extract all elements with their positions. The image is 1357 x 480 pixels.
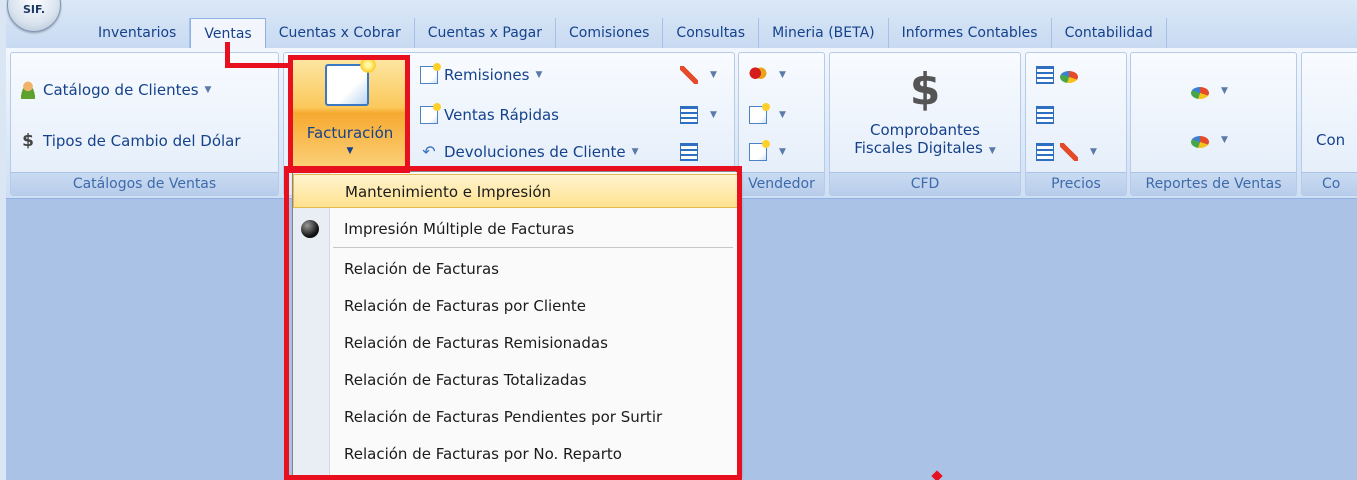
precios-button-2[interactable] [1036, 106, 1060, 124]
tab-cuentas-x-pagar[interactable]: Cuentas x Pagar [415, 18, 557, 48]
group-partial: Con Co [1301, 52, 1357, 196]
tab-inventarios[interactable]: Inventarios [85, 18, 191, 48]
tab-consultas[interactable]: Consultas [663, 18, 760, 48]
annotation-corner [736, 166, 742, 172]
annotation-box-facturacion [288, 55, 410, 173]
cfd-button-line1: Comprobantes [870, 121, 980, 139]
ribbon-tab-bar: SIF. Inventarios Ventas Cuentas x Cobrar… [0, 0, 1357, 51]
group-label-reportes: Reportes de Ventas [1131, 172, 1296, 195]
new-document-icon [420, 103, 441, 124]
reportes-button-2[interactable]: ▼ [1191, 132, 1228, 148]
ventas-rapidas-button[interactable]: Ventas Rápidas [420, 103, 559, 124]
chevron-down-icon: ▼ [710, 110, 717, 120]
app-window: SIF. Inventarios Ventas Cuentas x Cobrar… [0, 0, 1357, 480]
chevron-down-icon: ▼ [779, 110, 786, 120]
tab-mineria[interactable]: Mineria (BETA) [759, 18, 889, 48]
ventas-extra-button-1[interactable]: ▼ [680, 66, 717, 84]
tipos-cambio-button[interactable]: $ Tipos de Cambio del Dólar [19, 131, 241, 151]
devoluciones-button[interactable]: ↶ Devoluciones de Cliente ▼ [420, 142, 639, 162]
annotation-box-menu [284, 166, 742, 480]
precios-button-1[interactable] [1036, 66, 1084, 84]
list-report-icon [680, 143, 698, 161]
group-vendedor: ▼ ▼ ▼ Vendedor [738, 52, 825, 196]
group-label-vendedor: Vendedor [739, 172, 824, 195]
cfd-button-line2: Fiscales Digitales [854, 139, 983, 157]
pencil-icon [1060, 143, 1078, 161]
remisiones-button[interactable]: Remisiones ▼ [420, 63, 543, 84]
remisiones-label: Remisiones [444, 66, 530, 84]
devoluciones-label: Devoluciones de Cliente [444, 143, 626, 161]
group-label-precios: Precios [1026, 172, 1126, 195]
group-label-cfd: CFD [830, 172, 1020, 195]
partial-button-label: Con [1316, 131, 1346, 149]
precios-button-3[interactable]: ▼ [1036, 143, 1097, 161]
tab-comisiones[interactable]: Comisiones [556, 18, 664, 48]
ventas-extra-button-3[interactable] [680, 143, 704, 161]
ventas-rapidas-label: Ventas Rápidas [444, 106, 559, 124]
window-left-border [0, 0, 6, 480]
catalogo-clientes-button[interactable]: Catálogo de Clientes ▼ [19, 81, 211, 99]
vendedor-button-3[interactable]: ▼ [749, 140, 786, 161]
annotation-line-horizontal [225, 63, 293, 68]
chevron-down-icon: ▼ [1221, 86, 1228, 96]
pencil-icon [680, 66, 698, 84]
catalogo-clientes-label: Catálogo de Clientes [43, 81, 199, 99]
group-label-catalogos: Catálogos de Ventas [11, 172, 278, 195]
vendedor-button-2[interactable]: ▼ [749, 103, 786, 124]
ribbon-tabs: Inventarios Ventas Cuentas x Cobrar Cuen… [85, 18, 1167, 51]
chevron-down-icon: ▼ [631, 147, 639, 157]
dollar-icon: $ [909, 64, 941, 115]
chart-icon [1191, 87, 1209, 99]
partial-button[interactable]: Con [1316, 131, 1345, 149]
tab-cuentas-x-cobrar[interactable]: Cuentas x Cobrar [266, 18, 415, 48]
new-document-icon [749, 140, 770, 161]
cfd-button-line2-row: Fiscales Digitales ▼ [830, 139, 1020, 157]
reportes-button-1[interactable]: ▼ [1191, 83, 1228, 99]
comprobantes-fiscales-button[interactable]: $ Comprobantes Fiscales Digitales ▼ [830, 64, 1020, 158]
new-document-icon [420, 63, 441, 84]
return-arrow-icon: ↶ [422, 142, 436, 161]
chevron-down-icon: ▼ [779, 70, 786, 80]
list-report-icon [1036, 106, 1054, 124]
chevron-down-icon: ▼ [1221, 135, 1228, 145]
chevron-down-icon: ▼ [710, 70, 717, 80]
chevron-down-icon: ▼ [204, 85, 212, 95]
group-catalogos-ventas: Catálogo de Clientes ▼ $ Tipos de Cambio… [10, 52, 279, 196]
dollar-icon: $ [22, 131, 34, 151]
group-cfd: $ Comprobantes Fiscales Digitales ▼ CFD [829, 52, 1021, 196]
list-report-icon [680, 106, 698, 124]
chart-icon [1060, 71, 1078, 83]
tab-contabilidad[interactable]: Contabilidad [1052, 18, 1167, 48]
group-reportes-ventas: ▼ ▼ Reportes de Ventas [1130, 52, 1297, 196]
app-orb-label: SIF. [22, 3, 46, 16]
vendedor-icon [749, 66, 767, 84]
tab-informes-contables[interactable]: Informes Contables [889, 18, 1052, 48]
new-document-icon [749, 103, 770, 124]
chevron-down-icon: ▼ [779, 147, 786, 157]
list-report-icon [1036, 66, 1054, 84]
group-precios: ▼ Precios [1025, 52, 1127, 196]
ventas-extra-button-2[interactable]: ▼ [680, 106, 717, 124]
list-report-icon [1036, 143, 1054, 161]
chart-icon [1191, 136, 1209, 148]
chevron-down-icon: ▼ [535, 70, 543, 80]
chevron-down-icon: ▼ [988, 146, 996, 156]
app-menu-button[interactable]: SIF. [7, 0, 61, 32]
tipos-cambio-label: Tipos de Cambio del Dólar [43, 132, 241, 150]
user-icon [19, 81, 37, 99]
chevron-down-icon: ▼ [1090, 147, 1097, 157]
group-label-partial: Co [1302, 172, 1357, 195]
vendedor-button-1[interactable]: ▼ [749, 66, 786, 84]
